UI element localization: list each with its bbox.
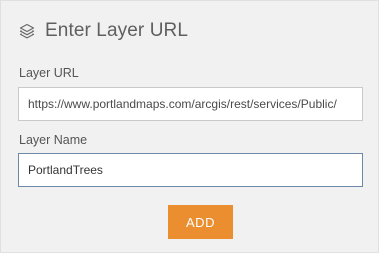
layer-url-label: Layer URL <box>19 66 79 80</box>
layer-url-input[interactable] <box>18 87 363 121</box>
panel-header: Enter Layer URL <box>18 18 188 44</box>
layer-name-label: Layer Name <box>19 133 88 147</box>
panel-title: Enter Layer URL <box>45 20 189 41</box>
add-button[interactable]: ADD <box>168 205 233 239</box>
layers-icon <box>18 22 36 40</box>
layer-name-input[interactable] <box>18 153 363 187</box>
enter-layer-url-panel: Enter Layer URL Layer URL Layer Name ADD <box>0 0 379 253</box>
